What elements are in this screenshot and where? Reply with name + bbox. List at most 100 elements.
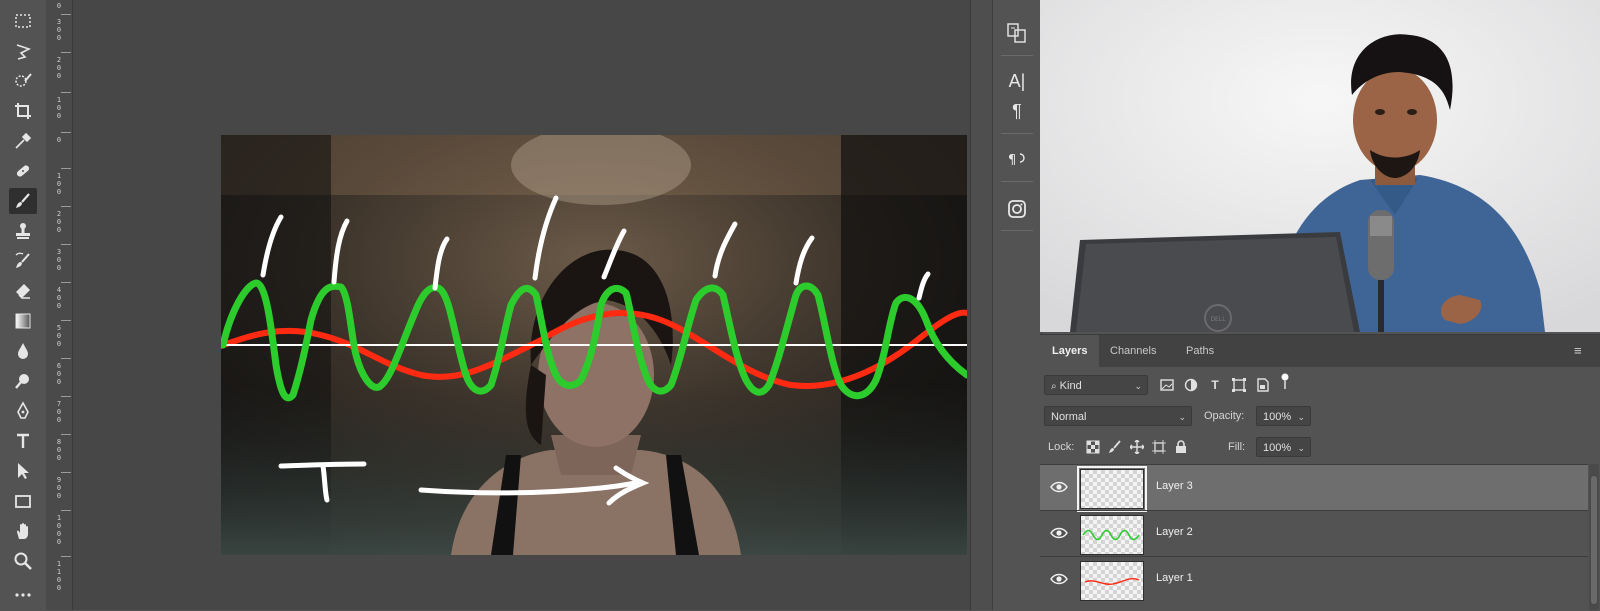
- blend-row: Normal ⌄ Opacity: 100% ⌄: [1040, 402, 1600, 432]
- eyedropper-tool-icon[interactable]: [9, 128, 37, 154]
- ruler-label: 1 0 0 0: [56, 514, 62, 546]
- ruler-label: 1 1 0 0: [56, 560, 62, 592]
- ruler-label: 1 0 0: [56, 172, 62, 196]
- lock-label: Lock:: [1048, 441, 1075, 453]
- ruler-label: 1 0 0: [56, 96, 62, 120]
- panel-dock: A| ¶ ¶: [992, 0, 1042, 610]
- clone-source-icon[interactable]: [1003, 20, 1031, 46]
- layer-name[interactable]: Layer 3: [1156, 480, 1193, 492]
- document-image[interactable]: [221, 135, 967, 555]
- more-tools-icon[interactable]: [9, 580, 37, 606]
- paragraph-icon[interactable]: ¶: [1003, 98, 1031, 124]
- lock-artboard-icon[interactable]: [1150, 438, 1168, 456]
- filter-shape-layers-icon[interactable]: [1230, 376, 1248, 394]
- lock-row: Lock: Fill: 100% ⌄: [1040, 433, 1600, 463]
- layer-name[interactable]: Layer 2: [1156, 526, 1193, 538]
- dock-divider: [1001, 230, 1033, 231]
- ruler-tick: [61, 282, 71, 283]
- hand-tool-icon[interactable]: [9, 518, 37, 544]
- layer-filter-kind-dropdown[interactable]: ⌕ Kind ⌄: [1044, 375, 1148, 395]
- lock-position-icon[interactable]: [1128, 438, 1146, 456]
- lasso-tool-icon[interactable]: [9, 38, 37, 64]
- layer-thumbnail: [1077, 466, 1147, 512]
- pen-tool-icon[interactable]: [9, 398, 37, 424]
- tab-layers[interactable]: Layers: [1040, 335, 1100, 367]
- layers-scrollbar[interactable]: [1589, 464, 1599, 610]
- layer-row[interactable]: Layer 2: [1040, 510, 1588, 557]
- vertical-ruler: 0 3 0 0 2 0 0 1 0 0 0 1 0 0 2 0 0 3 0 0 …: [46, 0, 73, 610]
- lock-image-pixels-icon[interactable]: [1106, 438, 1124, 456]
- character-icon[interactable]: A|: [1003, 68, 1031, 94]
- paragraph-styles-icon[interactable]: ¶: [1003, 146, 1031, 172]
- ruler-label: 7 0 0: [56, 400, 62, 424]
- filter-toggle-icon[interactable]: [1276, 373, 1294, 391]
- ruler-tick: [61, 206, 71, 207]
- clone-stamp-tool-icon[interactable]: [9, 218, 37, 244]
- type-tool-icon[interactable]: [9, 428, 37, 454]
- fill-input[interactable]: 100% ⌄: [1256, 437, 1311, 457]
- brush-tool-icon[interactable]: [9, 188, 37, 214]
- ruler-tick: [61, 168, 71, 169]
- filter-adjustment-layers-icon[interactable]: [1182, 376, 1200, 394]
- history-brush-tool-icon[interactable]: [9, 248, 37, 274]
- scrollbar-thumb[interactable]: [1591, 476, 1597, 604]
- ruler-label: 4 0 0: [56, 286, 62, 310]
- tools-panel: [0, 0, 47, 610]
- panel-collapse-strip[interactable]: [970, 0, 993, 610]
- dodge-tool-icon[interactable]: [9, 368, 37, 394]
- ruler-tick: [61, 556, 71, 557]
- filter-type-layers-icon[interactable]: T: [1206, 376, 1224, 394]
- ruler-label: 2 0 0: [56, 56, 62, 80]
- fill-value: 100%: [1263, 442, 1292, 454]
- opacity-input[interactable]: 100% ⌄: [1256, 406, 1311, 426]
- svg-text:¶: ¶: [1008, 153, 1016, 168]
- lock-all-icon[interactable]: [1172, 438, 1190, 456]
- presenter-image: DELL: [1040, 0, 1600, 332]
- layer-row[interactable]: Layer 3: [1040, 464, 1588, 512]
- document-canvas-area[interactable]: [73, 0, 970, 610]
- instagram-icon[interactable]: [1003, 196, 1031, 222]
- zoom-tool-icon[interactable]: [9, 548, 37, 574]
- opacity-label: Opacity:: [1204, 410, 1245, 422]
- ruler-tick: [61, 244, 71, 245]
- blur-tool-icon[interactable]: [9, 338, 37, 364]
- visibility-eye-icon[interactable]: [1050, 479, 1068, 495]
- ruler-tick: [61, 320, 71, 321]
- eraser-tool-icon[interactable]: [9, 278, 37, 304]
- tab-channels[interactable]: Channels: [1098, 335, 1168, 367]
- search-icon: ⌕: [1051, 381, 1057, 392]
- ruler-label: 5 0 0: [56, 324, 62, 348]
- panel-tab-bar: Layers Channels Paths ≡: [1040, 335, 1600, 367]
- crop-tool-icon[interactable]: [9, 98, 37, 124]
- blend-mode-dropdown[interactable]: Normal ⌄: [1044, 406, 1192, 426]
- path-selection-tool-icon[interactable]: [9, 458, 37, 484]
- laptop-logo: DELL: [1210, 316, 1226, 323]
- visibility-eye-icon[interactable]: [1050, 525, 1068, 541]
- rectangular-marquee-tool-icon[interactable]: [9, 8, 37, 34]
- ruler-tick: [61, 434, 71, 435]
- lock-transparent-pixels-icon[interactable]: [1084, 438, 1102, 456]
- filter-pixel-layers-icon[interactable]: [1158, 376, 1176, 394]
- layers-panel: Layers Channels Paths ≡ ⌕ Kind ⌄ T Norma: [1040, 334, 1600, 611]
- filter-row: ⌕ Kind ⌄ T: [1040, 371, 1600, 401]
- layer-name[interactable]: Layer 1: [1156, 572, 1193, 584]
- healing-brush-tool-icon[interactable]: [9, 158, 37, 184]
- filter-smart-objects-icon[interactable]: [1254, 376, 1272, 394]
- webcam-overlay: DELL: [1040, 0, 1600, 332]
- ruler-label: 9 0 0: [56, 476, 62, 500]
- panel-menu-icon[interactable]: ≡: [1574, 344, 1588, 357]
- ruler-tick: [61, 510, 71, 511]
- ruler-tick: [61, 132, 71, 133]
- visibility-eye-icon[interactable]: [1050, 571, 1068, 587]
- fill-label: Fill:: [1228, 441, 1246, 453]
- layer-row[interactable]: Layer 1: [1040, 556, 1588, 603]
- photo-with-drawings[interactable]: [221, 135, 967, 555]
- gradient-tool-icon[interactable]: [9, 308, 37, 334]
- tab-paths[interactable]: Paths: [1174, 335, 1226, 367]
- layer-thumbnail: [1080, 561, 1144, 601]
- blend-mode-value: Normal: [1051, 411, 1087, 423]
- rectangle-tool-icon[interactable]: [9, 488, 37, 514]
- chevron-down-icon: ⌄: [1297, 412, 1305, 422]
- quick-selection-tool-icon[interactable]: [9, 68, 37, 94]
- ruler-tick: [61, 14, 71, 15]
